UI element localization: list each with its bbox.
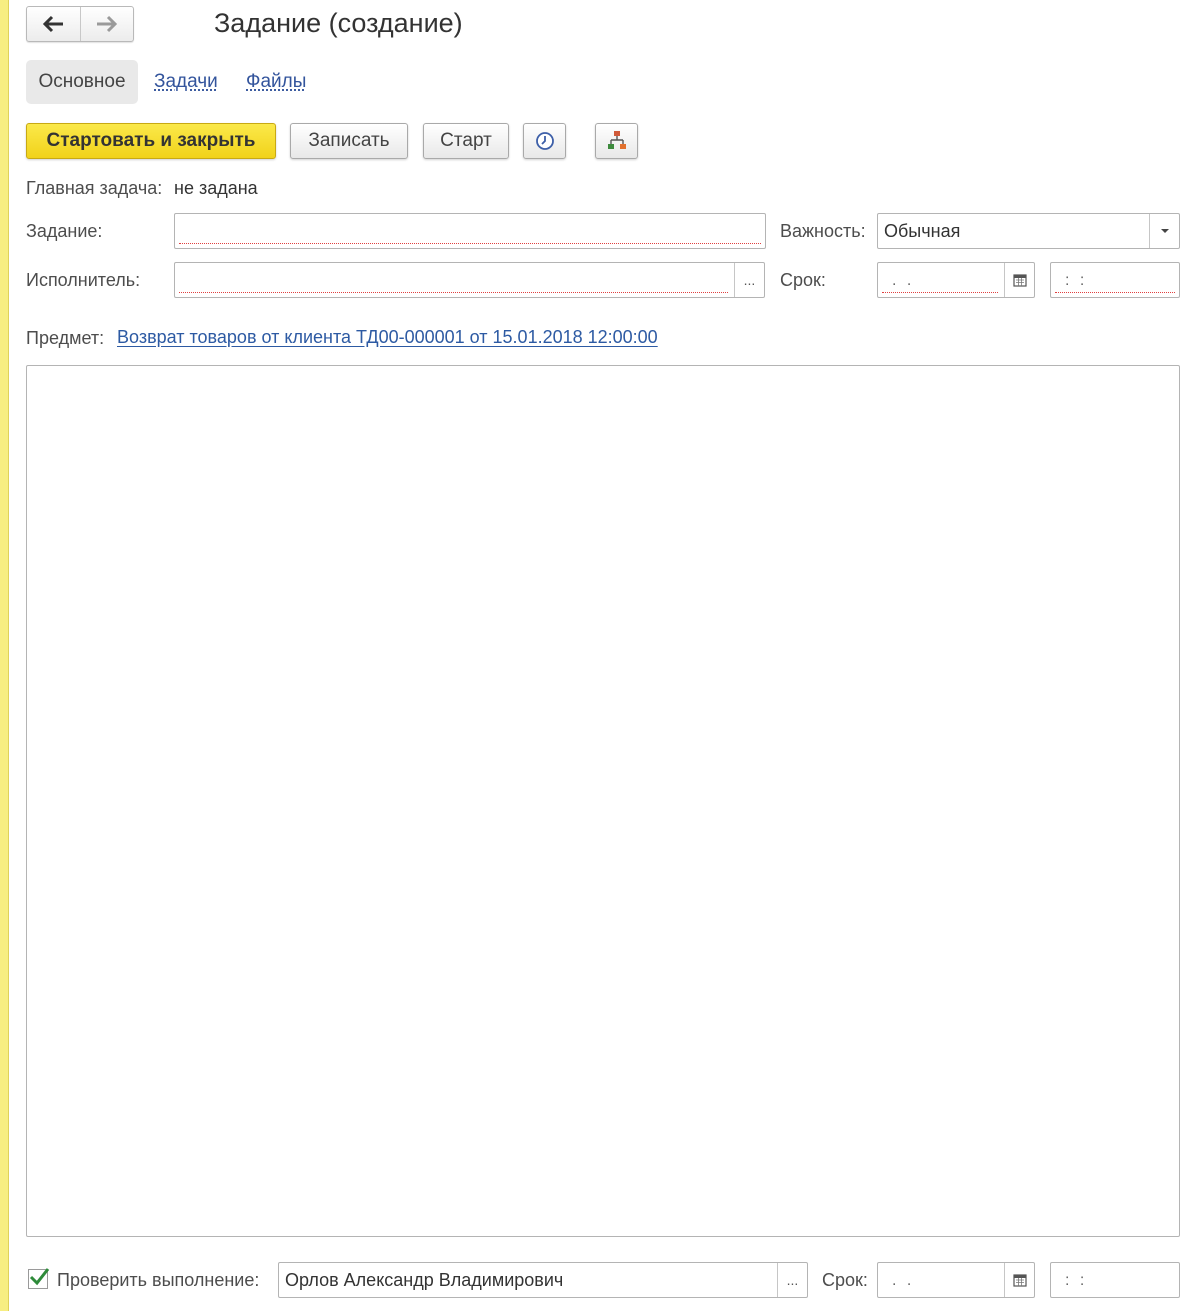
task-label: Задание: xyxy=(26,221,103,241)
hierarchy-icon xyxy=(607,131,626,149)
task-input[interactable] xyxy=(174,213,766,249)
calendar-button[interactable] xyxy=(1004,263,1034,297)
arrow-right-icon xyxy=(96,15,117,33)
side-strip xyxy=(0,0,9,1311)
executor-input[interactable]: ... xyxy=(174,262,765,298)
main-task-label: Главная задача: xyxy=(26,178,163,198)
calendar-icon xyxy=(1012,274,1027,287)
required-underline xyxy=(179,243,761,244)
checker-select-button[interactable]: ... xyxy=(777,1263,807,1297)
importance-value: Обычная xyxy=(884,221,961,241)
check-deadline-label: Срок: xyxy=(822,1270,868,1290)
executor-select-button[interactable]: ... xyxy=(734,263,764,297)
window-title: Задание (создание) xyxy=(214,8,463,38)
check-deadline-date-input[interactable]: . . xyxy=(877,1262,1035,1298)
date-mask: . . xyxy=(892,272,915,289)
back-button[interactable] xyxy=(27,7,80,41)
check-execution-label: Проверить выполнение: xyxy=(57,1270,260,1290)
deadline-time-input[interactable]: : : xyxy=(1050,262,1180,298)
required-underline xyxy=(179,292,728,293)
start-button[interactable]: Старт xyxy=(423,123,509,159)
tab-main[interactable]: Основное xyxy=(26,60,138,104)
tab-files[interactable]: Файлы xyxy=(246,60,306,104)
importance-label: Важность: xyxy=(780,221,866,241)
calendar-button[interactable] xyxy=(1004,1263,1034,1297)
subject-link[interactable]: Возврат товаров от клиента ТД00-000001 о… xyxy=(117,327,658,348)
subject-label: Предмет: xyxy=(26,328,105,348)
main-task-value: не задана xyxy=(174,178,258,198)
checkmark-icon xyxy=(29,1268,50,1286)
deadline-date-input[interactable]: . . xyxy=(877,262,1035,298)
checker-input[interactable]: Орлов Александр Владимирович ... xyxy=(278,1262,808,1298)
checker-value: Орлов Александр Владимирович xyxy=(285,1270,564,1290)
chevron-down-icon xyxy=(1160,229,1169,233)
importance-select[interactable]: Обычная xyxy=(877,213,1180,249)
required-underline xyxy=(1055,292,1175,293)
time-mask: : : xyxy=(1065,1272,1088,1289)
clock-icon xyxy=(535,132,554,150)
history-button[interactable] xyxy=(523,123,566,159)
start-and-close-button[interactable]: Стартовать и закрыть xyxy=(26,123,276,159)
check-execution-checkbox[interactable] xyxy=(28,1268,50,1289)
check-deadline-time-input[interactable]: : : xyxy=(1050,1262,1180,1298)
time-mask: : : xyxy=(1065,272,1088,289)
date-mask: . . xyxy=(892,1272,915,1289)
tab-tasks[interactable]: Задачи xyxy=(154,60,218,104)
dropdown-button[interactable] xyxy=(1149,214,1179,248)
arrow-left-icon xyxy=(43,15,64,33)
description-textarea[interactable] xyxy=(26,365,1180,1237)
nav-buttons xyxy=(26,6,134,42)
deadline-label: Срок: xyxy=(780,270,826,290)
executor-label: Исполнитель: xyxy=(26,270,141,290)
forward-button[interactable] xyxy=(79,7,134,41)
required-underline xyxy=(882,292,998,293)
save-button[interactable]: Записать xyxy=(290,123,408,159)
structure-button[interactable] xyxy=(595,123,638,159)
calendar-icon xyxy=(1012,1274,1027,1287)
